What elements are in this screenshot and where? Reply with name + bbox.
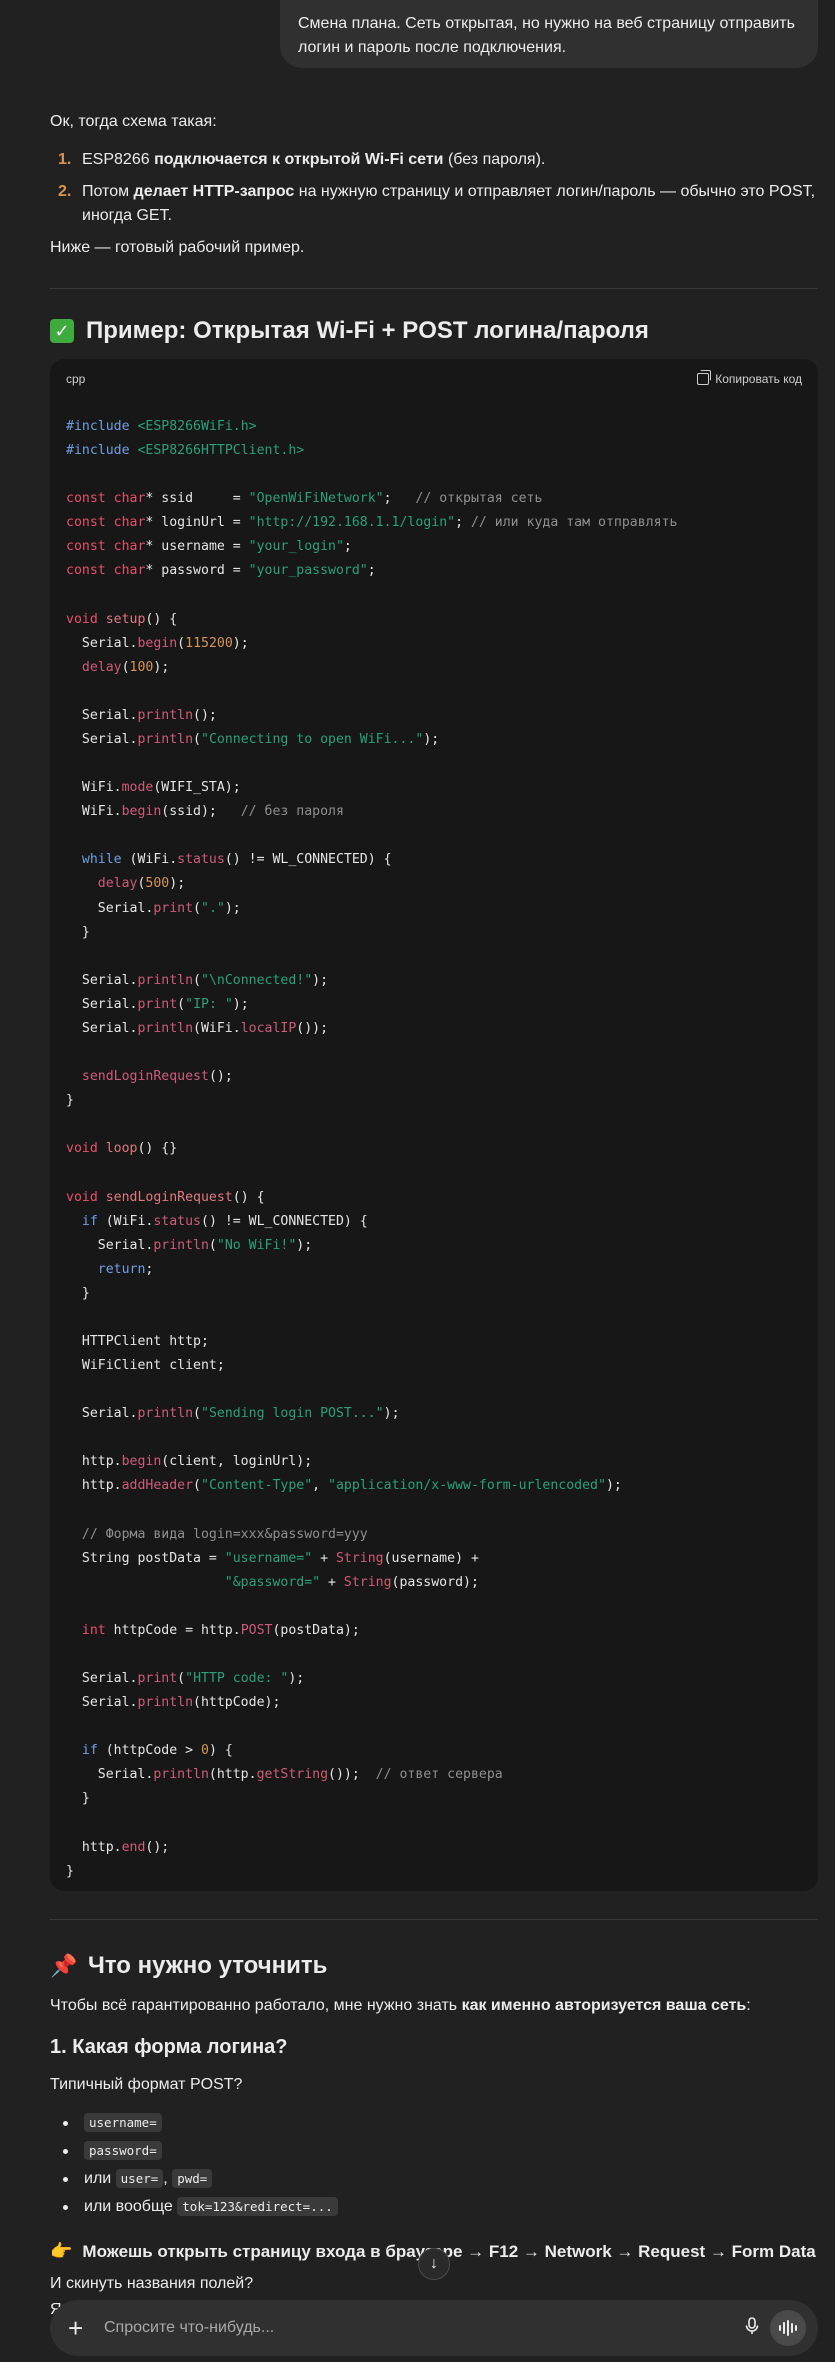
message-composer: +: [50, 2300, 818, 2356]
copy-code-button[interactable]: Копировать код: [697, 370, 802, 386]
voice-mode-icon[interactable]: [770, 2310, 806, 2346]
step-item: 2. Потом делает HTTP-запрос на нужную ст…: [50, 180, 818, 228]
plus-icon[interactable]: +: [68, 2313, 98, 2344]
bullet-text: или вообще: [84, 2198, 178, 2215]
pointing-hand-emoji-icon: 👉: [50, 2241, 73, 2261]
bullet-text: ,: [163, 2170, 173, 2187]
divider: [50, 1919, 818, 1920]
clarify-bold-text: как именно авторизуется ваша сеть: [461, 1997, 747, 2014]
clarify-paragraph: Чтобы всё гарантированно работало, мне н…: [50, 1994, 818, 2018]
code-language-label: cpp: [66, 372, 86, 386]
answer-below-text: Ниже — готовый рабочий пример.: [50, 239, 305, 256]
code-block-header: cpp Копировать код: [50, 359, 818, 399]
question-title: 1. Какая форма логина?: [50, 2036, 288, 2058]
list-item: или user=, pwd=: [50, 2165, 818, 2193]
copy-code-label: Копировать код: [715, 372, 802, 386]
list-item: username=: [50, 2109, 818, 2137]
message-input[interactable]: [104, 2319, 734, 2337]
copy-icon: [697, 370, 712, 385]
user-message-text: Смена плана. Сеть открытая, но нужно на …: [298, 15, 795, 56]
inline-code: password=: [84, 2141, 162, 2160]
microphone-icon[interactable]: [734, 2316, 770, 2340]
scroll-down-button[interactable]: ↓: [418, 2248, 450, 2280]
step-number: 1.: [58, 151, 72, 168]
inline-code: user=: [115, 2169, 164, 2188]
step-item: 1. ESP8266 подключается к открытой Wi-Fi…: [50, 148, 818, 172]
arrow-down-icon: ↓: [430, 2255, 438, 2272]
clarify-text: :: [746, 1997, 751, 2014]
list-item: password=: [50, 2137, 818, 2165]
clarify-text: Чтобы всё гарантированно работало, мне н…: [50, 1997, 462, 2014]
question-text: Типичный формат POST?: [50, 2076, 243, 2093]
step-text: Потом: [82, 183, 134, 200]
section-title-example: ✓ Пример: Открытая Wi-Fi + POST логина/п…: [50, 315, 818, 347]
assistant-answer: Ок, тогда схема такая: 1. ESP8266 подклю…: [50, 110, 818, 2322]
answer-intro: Ок, тогда схема такая:: [50, 113, 217, 130]
divider: [50, 288, 818, 289]
code-block: cpp Копировать код #include <ESP8266WiFi…: [50, 359, 818, 1891]
step-bold-text: делает HTTP-запрос: [133, 183, 295, 200]
step-bold-text: подключается к открытой Wi-Fi сети: [154, 151, 444, 168]
steps-list: 1. ESP8266 подключается к открытой Wi-Fi…: [50, 148, 818, 228]
user-message-bubble: Смена плана. Сеть открытая, но нужно на …: [280, 0, 818, 68]
step-text: (без пароля).: [443, 151, 546, 168]
code-content: #include <ESP8266WiFi.h> #include <ESP82…: [66, 419, 678, 1879]
field-bullets: username= password= или user=, pwd= или …: [50, 2109, 818, 2221]
section-title-clarify: 📌 Что нужно уточнить: [50, 1950, 818, 1982]
pushpin-emoji-icon: 📌: [50, 1953, 78, 1978]
inline-code: pwd=: [172, 2169, 213, 2188]
check-mark-emoji-icon: ✓: [50, 319, 74, 343]
section-title-text: Что нужно уточнить: [88, 1952, 328, 1979]
step-number: 2.: [58, 183, 72, 200]
inline-code: username=: [84, 2113, 162, 2132]
step-text: ESP8266: [82, 151, 155, 168]
section-title-text: Пример: Открытая Wi-Fi + POST логина/пар…: [86, 317, 649, 344]
bullet-text: или: [84, 2170, 116, 2187]
inline-code: tok=123&redirect=...: [177, 2197, 338, 2216]
list-item: или вообще tok=123&redirect=...: [50, 2193, 818, 2221]
